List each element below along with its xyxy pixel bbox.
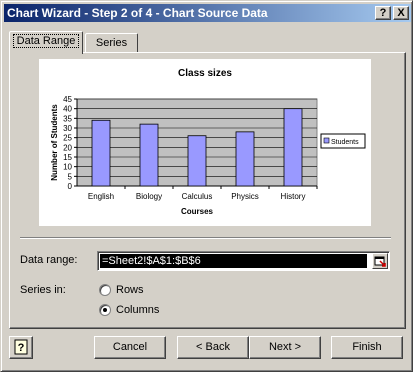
tab-data-range-label: Data Range xyxy=(12,34,80,48)
tab-data-range[interactable]: Data Range xyxy=(9,31,83,54)
title-bar[interactable]: Chart Wizard - Step 2 of 4 - Chart Sourc… xyxy=(4,4,411,22)
cancel-button[interactable]: Cancel xyxy=(94,336,166,359)
finish-button[interactable]: Finish xyxy=(331,336,403,359)
svg-text:?: ? xyxy=(18,342,25,354)
tab-panel xyxy=(9,52,406,329)
next-button[interactable]: Next > xyxy=(249,336,321,359)
back-button[interactable]: < Back xyxy=(177,336,249,359)
tab-series[interactable]: Series xyxy=(85,33,138,53)
help-icon: ? xyxy=(14,339,28,355)
help-question-icon[interactable]: ? xyxy=(375,6,391,20)
chart-wizard-dialog: Chart Wizard - Step 2 of 4 - Chart Sourc… xyxy=(0,0,413,372)
office-assistant-button[interactable]: ? xyxy=(9,336,33,359)
tab-series-label: Series xyxy=(95,37,128,49)
close-icon[interactable]: X xyxy=(393,6,409,20)
window-title: Chart Wizard - Step 2 of 4 - Chart Sourc… xyxy=(7,6,268,20)
